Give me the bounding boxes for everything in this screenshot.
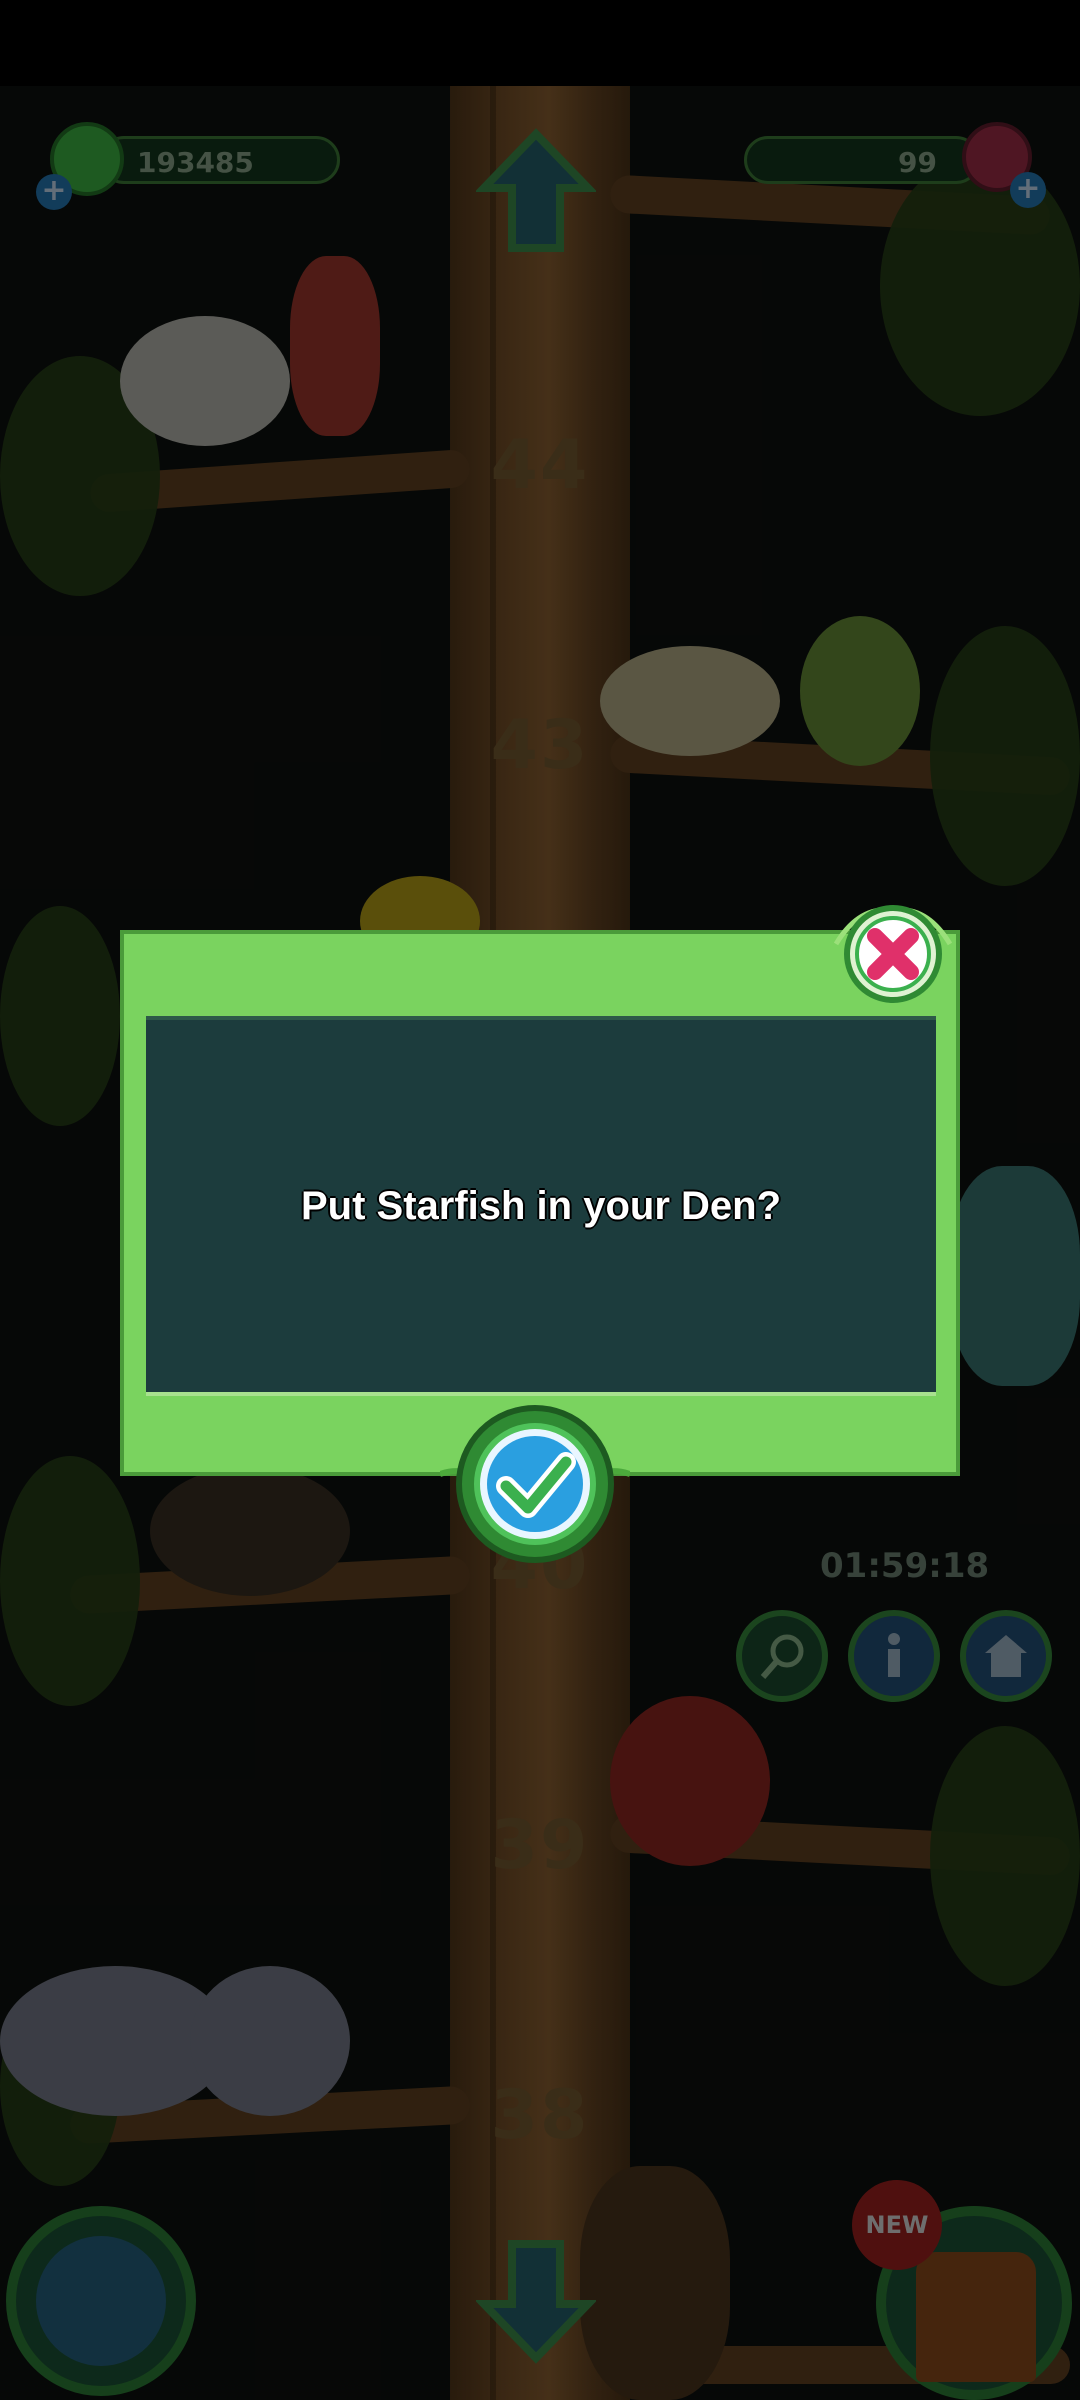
- confirm-dialog: Put Starfish in your Den?: [120, 930, 960, 1476]
- dialog-message: Put Starfish in your Den?: [300, 1183, 782, 1228]
- dialog-panel: Put Starfish in your Den?: [146, 1016, 936, 1396]
- close-button[interactable]: [833, 900, 953, 1006]
- confirm-button[interactable]: [439, 1404, 631, 1564]
